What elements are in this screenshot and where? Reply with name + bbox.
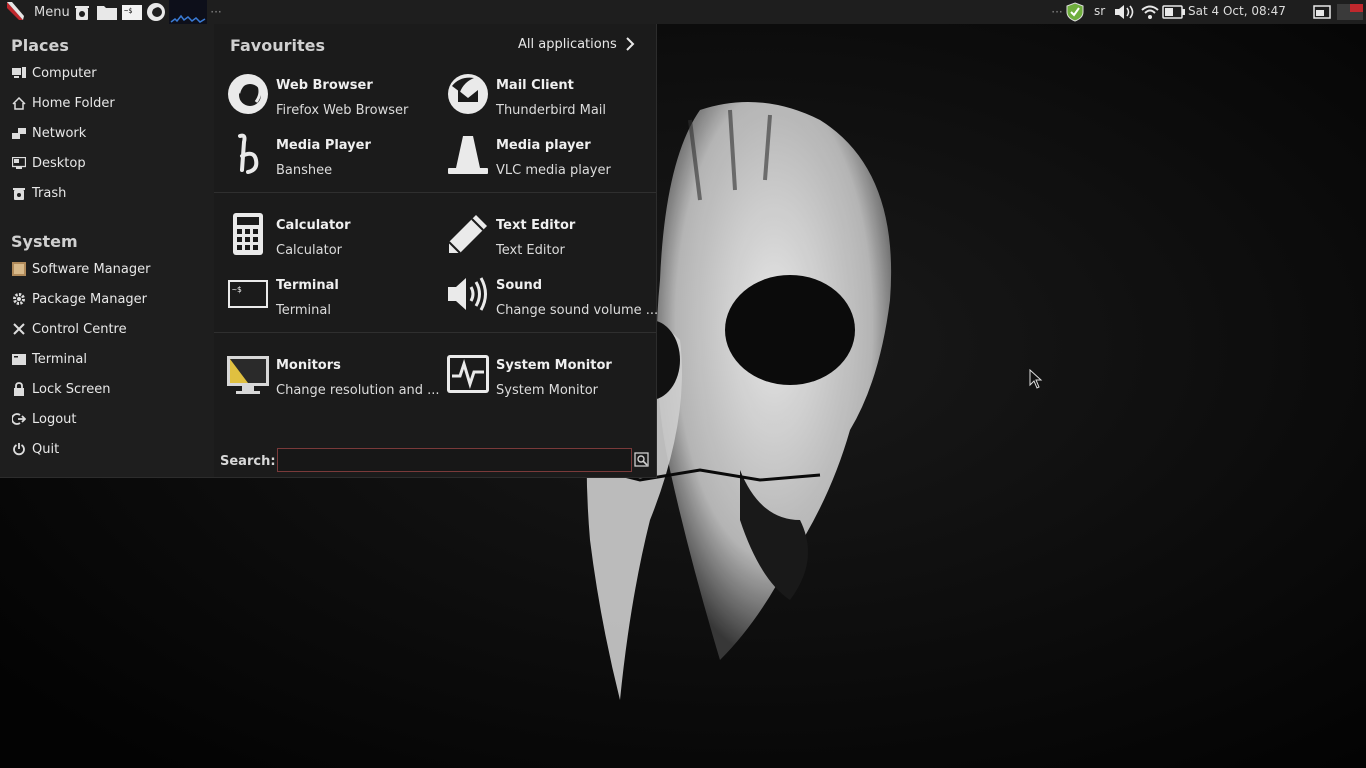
system-title: System <box>11 232 78 251</box>
svg-text:~$: ~$ <box>124 7 132 15</box>
chevron-right-icon <box>626 37 635 51</box>
place-home-folder[interactable]: Home Folder <box>11 92 201 114</box>
system-monitor-graph-icon[interactable] <box>169 0 207 24</box>
computer-icon <box>11 66 26 81</box>
keyboard-layout-indicator[interactable]: sr <box>1094 4 1105 18</box>
system-quit[interactable]: Quit <box>11 438 201 460</box>
app-mail-client[interactable]: Mail Client Thunderbird Mail <box>446 70 661 128</box>
display-icon[interactable] <box>1336 3 1364 21</box>
system-monitor-icon <box>446 352 490 396</box>
app-system-monitor[interactable]: System Monitor System Monitor <box>446 350 661 408</box>
app-media-player-vlc[interactable]: Media player VLC media player <box>446 130 661 188</box>
svg-text:~$: ~$ <box>232 285 242 294</box>
tools-icon <box>11 322 26 337</box>
firefox-icon <box>226 72 270 116</box>
menu-label: Menu <box>34 4 70 20</box>
system-lock-screen[interactable]: Lock Screen <box>11 378 201 400</box>
network-icon <box>11 126 26 141</box>
home-icon <box>11 96 26 111</box>
search-label: Search: <box>220 454 276 469</box>
monitor-icon <box>226 352 270 396</box>
trash-icon[interactable] <box>72 3 92 21</box>
system-software-manager[interactable]: Software Manager <box>11 258 201 280</box>
system-package-manager[interactable]: Package Manager <box>11 288 201 310</box>
app-menu-logo-icon <box>4 0 26 25</box>
favourites-separator <box>214 332 656 333</box>
search-icon <box>634 452 649 467</box>
files-icon[interactable] <box>96 3 118 21</box>
volume-icon[interactable] <box>1113 3 1137 21</box>
trash-icon <box>11 186 26 201</box>
system-logout[interactable]: Logout <box>11 408 201 430</box>
pencil-icon <box>446 212 490 256</box>
app-calculator[interactable]: Calculator Calculator <box>226 210 441 268</box>
tray-overflow-icon[interactable]: ··· <box>1050 3 1064 21</box>
menu-button[interactable]: Menu <box>0 0 70 25</box>
search-button[interactable] <box>634 452 650 468</box>
desktop-icon <box>11 156 26 171</box>
search-input[interactable] <box>277 448 632 472</box>
app-monitors[interactable]: Monitors Change resolution and ... <box>226 350 441 408</box>
gear-icon <box>11 292 26 307</box>
app-terminal[interactable]: ~$ Terminal Terminal <box>226 270 441 328</box>
logout-icon <box>11 412 26 427</box>
place-trash[interactable]: Trash <box>11 182 201 204</box>
top-panel: Menu ~$ ··· ··· sr Sat 4 Oct, 08:47 <box>0 0 1366 24</box>
lock-icon <box>11 382 26 397</box>
shield-icon[interactable] <box>1064 2 1086 22</box>
workspace-icon[interactable] <box>1312 3 1332 21</box>
firefox-icon[interactable] <box>145 3 167 21</box>
application-menu: Places Computer Home Folder Network Desk… <box>0 24 658 478</box>
app-media-player-banshee[interactable]: Media Player Banshee <box>226 130 441 188</box>
app-web-browser[interactable]: Web Browser Firefox Web Browser <box>226 70 441 128</box>
app-text-editor[interactable]: Text Editor Text Editor <box>446 210 661 268</box>
clock[interactable]: Sat 4 Oct, 08:47 <box>1188 4 1286 18</box>
thunderbird-icon <box>446 72 490 116</box>
wifi-icon[interactable] <box>1140 3 1160 21</box>
speaker-icon <box>446 272 490 316</box>
favourites-panel: Favourites All applications Web Browser … <box>214 24 658 477</box>
app-sound[interactable]: Sound Change sound volume ... <box>446 270 661 328</box>
all-applications-button[interactable]: All applications <box>518 36 637 52</box>
terminal-icon[interactable]: ~$ <box>121 3 143 21</box>
favourites-separator <box>214 192 656 193</box>
favourites-title: Favourites <box>230 36 325 55</box>
terminal-icon <box>11 352 26 367</box>
panel-overflow-icon[interactable]: ··· <box>209 3 223 21</box>
place-computer[interactable]: Computer <box>11 62 201 84</box>
terminal-icon: ~$ <box>226 272 270 316</box>
battery-icon[interactable] <box>1162 3 1186 21</box>
banshee-icon <box>226 132 270 176</box>
software-manager-icon <box>11 262 26 277</box>
place-network[interactable]: Network <box>11 122 201 144</box>
mouse-cursor-icon <box>1029 369 1043 389</box>
system-control-centre[interactable]: Control Centre <box>11 318 201 340</box>
power-icon <box>11 442 26 457</box>
place-desktop[interactable]: Desktop <box>11 152 201 174</box>
calculator-icon <box>226 212 270 256</box>
system-terminal[interactable]: Terminal <box>11 348 201 370</box>
vlc-icon <box>446 132 490 176</box>
places-title: Places <box>11 36 69 55</box>
